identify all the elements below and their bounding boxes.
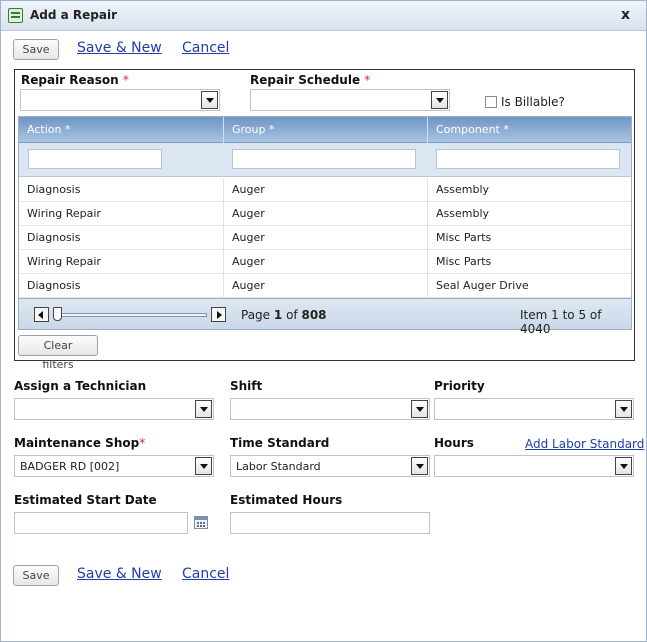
time-standard-dropdown[interactable]: Labor Standard (230, 455, 430, 477)
chevron-down-icon[interactable] (411, 400, 428, 418)
maintenance-shop-label: Maintenance Shop* (14, 436, 146, 450)
billable-checkbox[interactable] (485, 96, 497, 108)
chevron-down-icon[interactable] (411, 457, 428, 475)
close-button[interactable]: x (621, 7, 630, 23)
priority-dropdown[interactable] (434, 398, 634, 420)
start-date-input[interactable] (14, 512, 188, 534)
calendar-icon[interactable] (194, 516, 208, 529)
cancel-link-top[interactable]: Cancel (182, 40, 229, 56)
column-header-group[interactable]: Group * (224, 117, 428, 143)
prev-page-button[interactable] (34, 307, 49, 322)
table-row[interactable]: Diagnosis Auger Misc Parts (19, 226, 631, 250)
chevron-down-icon[interactable] (195, 400, 212, 418)
maintenance-shop-dropdown[interactable]: BADGER RD [002] (14, 455, 214, 477)
add-repair-window: Add a Repair x Save Save & New Cancel Re… (0, 0, 647, 642)
item-count: Item 1 to 5 of 4040 (520, 308, 602, 336)
window-title: Add a Repair (30, 8, 118, 22)
title-bar[interactable]: Add a Repair x (1, 1, 646, 31)
clear-filters-button[interactable]: Clear filters (18, 335, 98, 371)
shift-label: Shift (230, 379, 263, 393)
time-standard-label: Time Standard (230, 436, 330, 450)
add-labor-standard-link[interactable]: Add Labor Standard (525, 437, 644, 451)
save-new-link-top[interactable]: Save & New (77, 40, 162, 56)
chevron-down-icon[interactable] (615, 400, 632, 418)
table-row[interactable]: Wiring Repair Auger Misc Parts (19, 250, 631, 274)
repair-panel: Repair Reason * Repair Schedule * Is Bil… (14, 69, 635, 371)
chevron-down-icon[interactable] (431, 91, 448, 109)
page-indicator: Page 1 of 808 (241, 308, 327, 322)
form-icon (8, 8, 23, 23)
table-row[interactable]: Diagnosis Auger Assembly (19, 178, 631, 202)
start-date-label: Estimated Start Date (14, 493, 157, 507)
hours-label: Hours (434, 436, 474, 450)
column-header-action[interactable]: Action * (19, 117, 224, 143)
estimated-hours-input[interactable] (230, 512, 430, 534)
component-filter-input[interactable] (436, 149, 620, 169)
chevron-down-icon[interactable] (195, 457, 212, 475)
next-page-button[interactable] (211, 307, 226, 322)
chevron-down-icon[interactable] (615, 457, 632, 475)
billable-label: Is Billable? (501, 95, 565, 109)
save-new-link-bottom[interactable]: Save & New (77, 566, 162, 582)
shift-dropdown[interactable] (230, 398, 430, 420)
repair-reason-dropdown[interactable] (20, 89, 220, 111)
table-row[interactable]: Diagnosis Auger Seal Auger Drive (19, 274, 631, 298)
action-filter-input[interactable] (28, 149, 162, 169)
table-row[interactable]: Wiring Repair Auger Assembly (19, 202, 631, 226)
technician-dropdown[interactable] (14, 398, 214, 420)
grid-header: Action * Group * Component * (19, 117, 631, 143)
repair-schedule-label: Repair Schedule * (250, 73, 371, 87)
estimated-hours-label: Estimated Hours (230, 493, 343, 507)
page-slider-track[interactable] (57, 313, 207, 317)
repair-schedule-dropdown[interactable] (250, 89, 450, 111)
save-button-bottom[interactable]: Save (13, 565, 59, 586)
filter-row (19, 143, 631, 177)
repair-reason-label: Repair Reason * (21, 73, 129, 87)
grid-pager: Page 1 of 808 Item 1 to 5 of 4040 (19, 298, 631, 336)
column-header-component[interactable]: Component * (428, 117, 631, 143)
save-button-top[interactable]: Save (13, 39, 59, 60)
technician-label: Assign a Technician (14, 379, 147, 393)
group-filter-input[interactable] (232, 149, 416, 169)
hours-dropdown[interactable] (434, 455, 634, 477)
page-slider-thumb[interactable] (53, 307, 62, 321)
chevron-down-icon[interactable] (201, 91, 218, 109)
priority-label: Priority (434, 379, 485, 393)
cancel-link-bottom[interactable]: Cancel (182, 566, 229, 582)
repair-grid: Action * Group * Component * Diagnosis A… (18, 116, 632, 336)
